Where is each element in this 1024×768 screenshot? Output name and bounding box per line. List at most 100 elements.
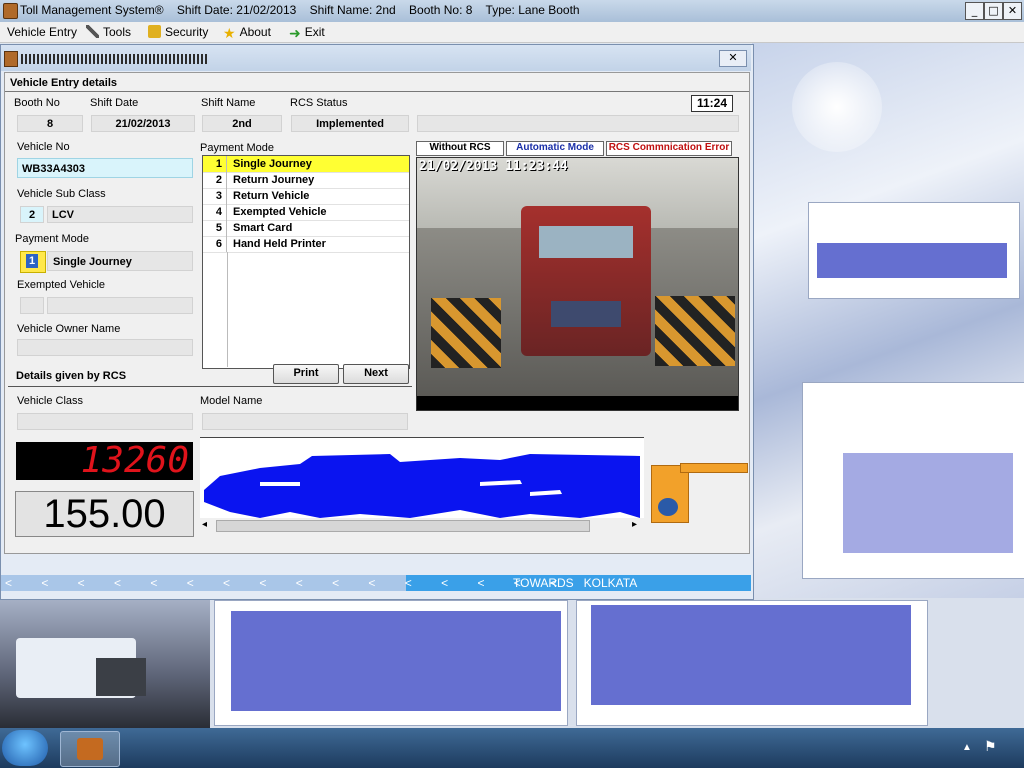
close-button[interactable]: ✕: [1003, 2, 1022, 20]
without-rcs-indicator: Without RCS: [416, 141, 504, 156]
vehicle-profile-thumbnail: [808, 202, 1020, 299]
barrier-stripes: [431, 298, 501, 368]
option-number: 3: [203, 188, 227, 204]
truck-icon: [77, 738, 103, 760]
menu-vehicle-entry[interactable]: Vehicle Entry: [7, 24, 77, 40]
section-title: Vehicle Entry details: [10, 77, 117, 89]
payment-option[interactable]: 1 Single Journey: [203, 156, 409, 173]
vehicle-profile-thumbnail: [214, 600, 568, 726]
menu-about[interactable]: ★ About: [223, 24, 271, 40]
menu-label: Tools: [103, 25, 132, 39]
vehicle-sub-class-label: Vehicle Sub Class: [17, 188, 106, 200]
profile-scrollbar[interactable]: ◂ ▸: [200, 518, 644, 532]
scroll-left-arrow[interactable]: ◂: [202, 519, 207, 530]
payment-mode-code: 1: [26, 254, 38, 268]
option-label: Return Vehicle: [233, 190, 310, 202]
profile-svg: [204, 454, 640, 518]
tray-arrow-icon[interactable]: ▲: [962, 742, 972, 753]
truck-photo: [0, 598, 210, 728]
vehicle-class-label: Vehicle Class: [17, 395, 84, 407]
print-button[interactable]: Print: [273, 364, 339, 384]
payment-option[interactable]: 4 Exempted Vehicle: [203, 204, 409, 221]
desktop-wallpaper: [752, 42, 1024, 598]
exit-arrow-icon: ➜: [289, 25, 301, 41]
model-name-value: [202, 413, 408, 430]
flag-icon[interactable]: ⚑: [984, 738, 997, 755]
menu-exit[interactable]: ➜ Exit: [289, 24, 325, 40]
direction-arrows: < < < < < < < < < < < < < < < <: [5, 576, 571, 590]
payment-list-label: Payment Mode: [200, 142, 274, 154]
rcs-status-value: Implemented: [291, 115, 409, 132]
scroll-thumb[interactable]: [216, 520, 590, 532]
menu-bar: Vehicle Entry Tools Security ★ About ➜ Exi…: [0, 22, 1024, 43]
vehicle-profile-thumbnail: [802, 382, 1024, 579]
divider: [5, 91, 749, 92]
payment-mode-code-box[interactable]: 1: [20, 251, 46, 273]
option-label: Smart Card: [233, 222, 293, 234]
vehicle-entry-window: ✕ Vehicle Entry details Booth No 8 Shift…: [0, 44, 754, 600]
lane-direction-bar: < < < < < < < < < < < < < < < < TOWARDS …: [1, 575, 751, 591]
vehicle-sub-class-code[interactable]: 2: [20, 206, 44, 223]
barrier-stripes: [655, 296, 735, 366]
app-icon: [3, 3, 18, 19]
lock-icon: [148, 25, 161, 38]
exempted-vehicle-label: Exempted Vehicle: [17, 279, 106, 291]
minimize-button[interactable]: _: [965, 2, 984, 20]
child-window-icon: [4, 51, 18, 67]
payment-option[interactable]: 2 Return Journey: [203, 172, 409, 189]
menu-label: Security: [165, 25, 209, 39]
option-number: 5: [203, 220, 227, 236]
payment-mode-value: Single Journey: [47, 251, 193, 271]
window-title-bar: Toll Management System® Shift Date: 21/0…: [0, 0, 1024, 23]
rcs-details-title: Details given by RCS: [16, 370, 127, 382]
vehicle-profile-thumbnail: [576, 600, 928, 726]
entry-form: Vehicle Entry details Booth No 8 Shift D…: [4, 72, 750, 554]
payment-option[interactable]: 6 Hand Held Printer: [203, 236, 409, 253]
truck-image: [521, 206, 651, 356]
title-pattern: [21, 54, 207, 64]
rcs-status-label: RCS Status: [290, 97, 348, 109]
child-close-button[interactable]: ✕: [719, 50, 747, 67]
option-number: 6: [203, 236, 227, 252]
vehicle-owner-name-label: Vehicle Owner Name: [17, 323, 121, 335]
option-number: 2: [203, 172, 227, 188]
taskbar-app-button[interactable]: [60, 731, 120, 767]
rcs-error-indicator: RCS Commnication Error: [606, 141, 732, 156]
barrier-arm: [680, 463, 748, 473]
option-number: 1: [203, 156, 227, 172]
window-title: Toll Management System® Shift Date: 21/0…: [20, 3, 580, 17]
shift-name-value: 2nd: [202, 115, 282, 132]
camera-feed: 21/02/2013 11:23:44: [416, 157, 739, 411]
vehicle-owner-name-field[interactable]: [17, 339, 193, 356]
payment-option[interactable]: 5 Smart Card: [203, 220, 409, 237]
option-label: Return Journey: [233, 174, 315, 186]
sun-graphic: [792, 62, 882, 152]
option-label: Hand Held Printer: [233, 238, 326, 250]
axle-counter-display: 13260: [16, 442, 193, 480]
rcs-message-field: [417, 115, 739, 132]
maximize-button[interactable]: □: [984, 2, 1003, 20]
menu-tools[interactable]: Tools: [86, 24, 131, 40]
grid-line: [227, 252, 228, 367]
next-button[interactable]: Next: [343, 364, 409, 384]
exempted-vehicle-code[interactable]: [20, 297, 44, 314]
toll-amount-display: 155.00: [15, 491, 194, 537]
boom-barrier-icon: [651, 465, 689, 523]
menu-security[interactable]: Security: [148, 24, 208, 40]
booth-no-value: 8: [17, 115, 83, 132]
star-icon: ★: [223, 25, 236, 41]
camera-timestamp: 21/02/2013 11:23:44: [419, 159, 568, 174]
option-label: Single Journey: [233, 158, 312, 170]
payment-mode-label: Payment Mode: [15, 233, 89, 245]
vehicle-sub-class-value: LCV: [47, 206, 193, 223]
camera-footer: [417, 396, 738, 410]
payment-option[interactable]: 3 Return Vehicle: [203, 188, 409, 205]
option-label: Exempted Vehicle: [233, 206, 327, 218]
shift-name-label: Shift Name: [201, 97, 256, 109]
vehicle-no-input[interactable]: WB33A4303: [17, 158, 193, 178]
exempted-vehicle-value: [47, 297, 193, 314]
start-button[interactable]: [2, 730, 48, 766]
taskbar: ▲ ⚑: [0, 728, 1024, 768]
scroll-right-arrow[interactable]: ▸: [632, 519, 637, 530]
payment-mode-list[interactable]: 1 Single Journey 2 Return Journey 3 Return …: [202, 155, 410, 369]
